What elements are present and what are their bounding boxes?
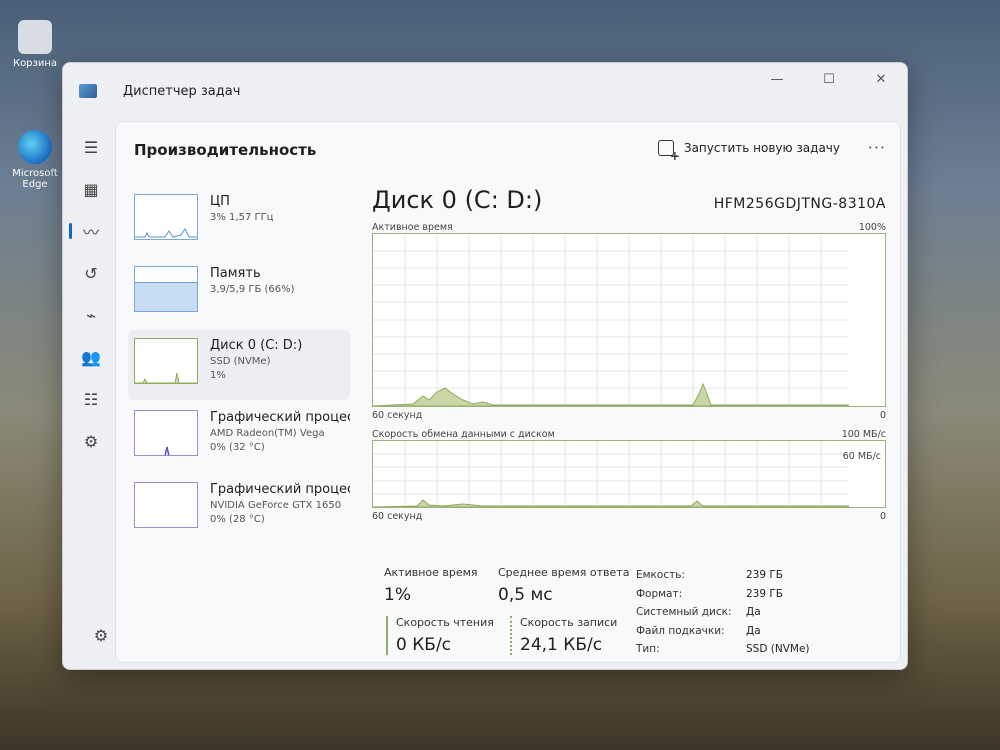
device-usage: 1% xyxy=(210,370,226,381)
desktop-icon-label: Корзина xyxy=(12,58,58,69)
performance-panel: Производительность Запустить новую задач… xyxy=(115,121,901,663)
property-value: 239 ГБ xyxy=(746,587,783,600)
active-time-graph-xlabel: 60 секунд xyxy=(372,410,423,421)
device-detail: SSD (NVMe) xyxy=(210,356,271,367)
task-manager-app-icon xyxy=(79,84,97,98)
disk-thumbnail-graph xyxy=(134,338,198,384)
close-button[interactable]: ✕ xyxy=(855,63,907,95)
property-row: Емкость: 239 ГБ xyxy=(636,566,810,585)
transfer-rate-graph-min: 0 xyxy=(879,511,886,522)
device-name: Память xyxy=(210,266,261,281)
device-usage: 0% (32 °C) xyxy=(210,442,265,453)
nav-rail: ☰ ▦ 〰 ↺ ⌁ 👥 ☷ ⚙ ⚙ xyxy=(63,123,115,669)
transfer-rate-graph-max: 100 МБ/с xyxy=(841,429,886,440)
device-item-memory[interactable]: Память 3,9/5,9 ГБ (66%) xyxy=(128,258,350,328)
disk-detail-pane: Диск 0 (C: D:) HFM256GDJTNG-8310A Активн… xyxy=(372,186,886,522)
transfer-rate-graph-label: Скорость обмена данными с диском xyxy=(372,429,555,440)
property-key: Формат: xyxy=(636,587,683,600)
processes-icon[interactable]: ▦ xyxy=(73,171,109,207)
device-item-gpu-0[interactable]: Графический процессор 0 AMD Radeon(TM) V… xyxy=(128,402,350,472)
stat-value: 1% xyxy=(384,585,411,605)
startup-apps-icon[interactable]: ⌁ xyxy=(73,297,109,333)
gpu0-thumbnail-graph xyxy=(134,410,198,456)
transfer-rate-graph: 60 МБ/с xyxy=(372,440,886,508)
recycle-bin-icon xyxy=(18,20,52,54)
avg-response-stat: Среднее время ответа 0,5 мс xyxy=(498,566,629,605)
device-detail: 3,9/5,9 ГБ (66%) xyxy=(210,284,295,295)
property-key: Файл подкачки: xyxy=(636,624,725,637)
write-speed-stat: Скорость записи 24,1 КБ/с xyxy=(510,616,617,655)
property-key: Емкость: xyxy=(636,569,685,582)
memory-thumbnail-graph xyxy=(134,266,198,312)
disk-model: HFM256GDJTNG-8310A xyxy=(713,196,886,212)
device-item-cpu[interactable]: ЦП 3% 1,57 ГГц xyxy=(128,186,350,256)
window-controls: — ☐ ✕ xyxy=(751,63,907,95)
desktop-icon-recycle-bin[interactable]: Корзина xyxy=(6,20,64,69)
new-task-icon xyxy=(657,140,680,163)
device-detail: 3% 1,57 ГГц xyxy=(210,212,274,223)
maximize-button[interactable]: ☐ xyxy=(803,63,855,95)
device-list: ЦП 3% 1,57 ГГц Память 3,9/5,9 ГБ (66%) Д… xyxy=(128,186,350,546)
users-icon[interactable]: 👥 xyxy=(73,339,109,375)
run-new-task-button[interactable]: Запустить новую задачу xyxy=(657,140,840,163)
device-name: ЦП xyxy=(210,194,230,209)
transfer-rate-graph-xlabel: 60 секунд xyxy=(372,511,423,522)
details-icon[interactable]: ☷ xyxy=(73,381,109,417)
settings-icon[interactable]: ⚙ xyxy=(83,617,119,653)
stat-value: 24,1 КБ/с xyxy=(520,635,603,655)
app-history-icon[interactable]: ↺ xyxy=(73,255,109,291)
active-time-graph-max: 100% xyxy=(858,222,886,233)
task-manager-window: Диспетчер задач — ☐ ✕ ☰ ▦ 〰 ↺ ⌁ 👥 ☷ ⚙ ⚙ … xyxy=(62,62,908,670)
device-usage: 0% (28 °C) xyxy=(210,514,265,525)
disk-title: Диск 0 (C: D:) xyxy=(372,186,543,214)
window-title: Диспетчер задач xyxy=(123,83,241,99)
more-options-icon[interactable]: ··· xyxy=(868,138,886,157)
property-row: Тип: SSD (NVMe) xyxy=(636,640,810,659)
device-detail: AMD Radeon(TM) Vega xyxy=(210,428,325,439)
property-key: Тип: xyxy=(636,643,660,656)
device-name: Диск 0 (C: D:) xyxy=(210,338,303,353)
device-detail: NVIDIA GeForce GTX 1650 xyxy=(210,500,342,511)
stat-label: Среднее время ответа xyxy=(498,566,630,579)
device-item-gpu-1[interactable]: Графический процессор 1 NVIDIA GeForce G… xyxy=(128,474,350,544)
stat-label: Скорость чтения xyxy=(396,616,494,629)
run-new-task-label: Запустить новую задачу xyxy=(683,141,840,155)
services-icon[interactable]: ⚙ xyxy=(73,423,109,459)
device-name: Графический процессор 0 xyxy=(210,410,350,425)
desktop-icon-label: Microsoft Edge xyxy=(12,168,58,190)
cpu-thumbnail-graph xyxy=(134,194,198,240)
disk-properties: Емкость: 239 ГБ Формат: 239 ГБ Системный д… xyxy=(636,566,810,659)
device-item-disk-0[interactable]: Диск 0 (C: D:) SSD (NVMe) 1% xyxy=(128,330,350,400)
stat-label: Скорость записи xyxy=(520,616,618,629)
stat-value: 0,5 мс xyxy=(498,585,553,605)
property-key: Системный диск: xyxy=(636,606,732,619)
active-time-stat: Активное время 1% xyxy=(384,566,478,605)
device-name: Графический процессор 1 xyxy=(210,482,350,497)
gpu1-thumbnail-graph xyxy=(134,482,198,528)
property-value: Да xyxy=(746,624,761,637)
desktop-icon-edge[interactable]: Microsoft Edge xyxy=(6,130,64,190)
active-time-graph-min: 0 xyxy=(879,410,886,421)
active-time-graph xyxy=(372,233,886,407)
stat-value: 0 КБ/с xyxy=(396,635,452,655)
performance-icon[interactable]: 〰 xyxy=(69,213,109,249)
property-row: Файл подкачки: Да xyxy=(636,622,810,641)
property-row: Формат: 239 ГБ xyxy=(636,585,810,604)
page-title: Производительность xyxy=(134,141,317,159)
stat-label: Активное время xyxy=(384,566,478,579)
minimize-button[interactable]: — xyxy=(751,63,803,95)
property-row: Системный диск: Да xyxy=(636,603,810,622)
property-value: 239 ГБ xyxy=(746,569,783,582)
property-value: Да xyxy=(746,606,761,619)
transfer-rate-graph-scale: 60 МБ/с xyxy=(842,451,881,462)
hamburger-menu-icon[interactable]: ☰ xyxy=(73,129,109,165)
property-value: SSD (NVMe) xyxy=(746,643,810,656)
active-time-graph-label: Активное время xyxy=(372,222,453,233)
read-speed-stat: Скорость чтения 0 КБ/с xyxy=(386,616,494,655)
edge-icon xyxy=(18,130,52,164)
